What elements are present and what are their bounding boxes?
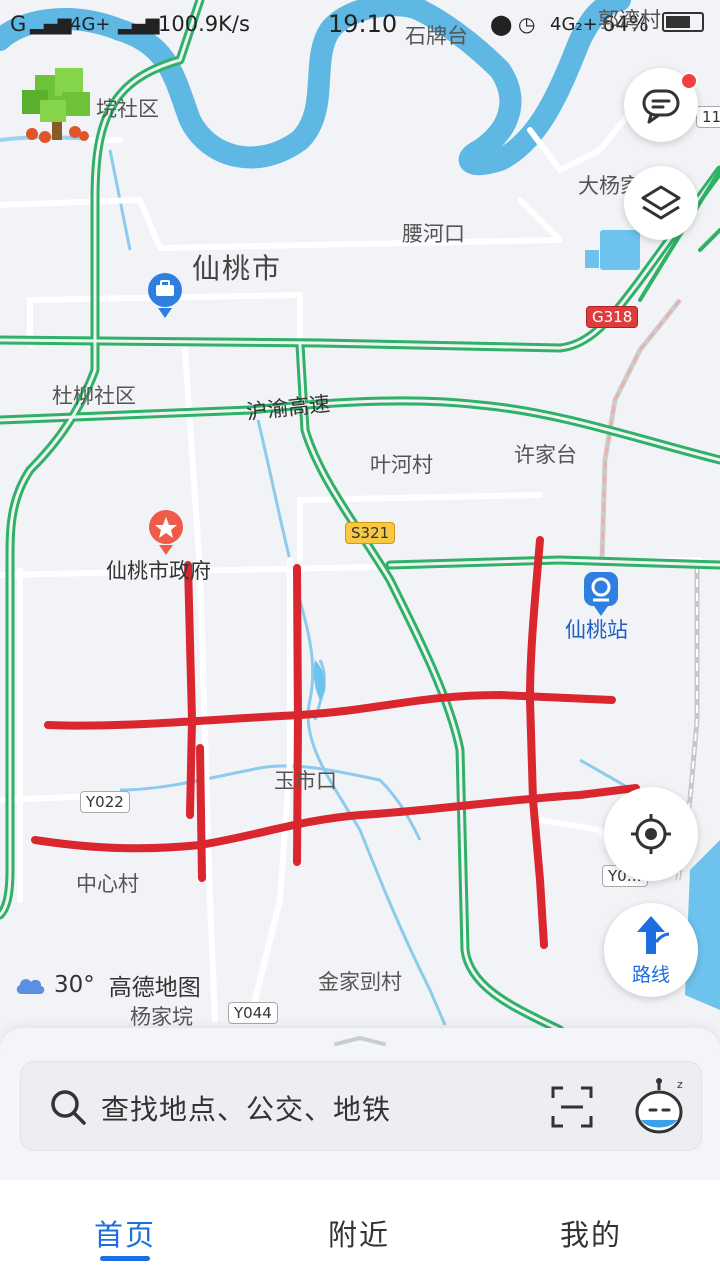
road-tag[interactable]: Y044 <box>228 1002 278 1024</box>
place-label[interactable]: 垸社区 <box>96 93 159 123</box>
city-label[interactable]: 仙桃市 <box>192 247 282 287</box>
layers-icon <box>641 185 681 220</box>
road-tag[interactable]: Y022 <box>80 791 130 813</box>
tab-active-indicator <box>100 1256 150 1261</box>
cloud-icon <box>16 979 45 994</box>
alarm-icon: ◷ <box>518 12 536 36</box>
scan-icon[interactable] <box>551 1086 593 1128</box>
route-button[interactable]: 路线 <box>604 903 698 997</box>
place-label[interactable]: 中心村 <box>76 868 139 898</box>
network2-label: 4G₂+ <box>550 14 598 35</box>
tab-bar: 首页 附近 我的 <box>0 1180 720 1280</box>
place-label[interactable]: 石牌台 <box>405 20 468 50</box>
brand-label: 高德地图 <box>108 975 201 1001</box>
place-label[interactable]: 郭湾村 <box>598 4 661 34</box>
clock: 19:10 <box>328 10 398 38</box>
station-label[interactable]: 仙桃站 <box>565 614 628 644</box>
location-icon: ⬤ <box>490 12 513 36</box>
network-speed: 100.9K/s <box>158 12 250 36</box>
signal-bars-icon: ▂▄▆ <box>30 14 72 35</box>
place-label[interactable]: 腰河口 <box>402 218 465 248</box>
notification-dot <box>680 72 698 90</box>
place-label[interactable]: 金家剅村 <box>318 966 402 996</box>
route-label: 路线 <box>631 963 670 986</box>
place-label[interactable]: 叶河村 <box>370 449 433 479</box>
place-label[interactable]: 杜柳社区 <box>52 380 136 410</box>
weather-widget[interactable]: 30° 高德地图 <box>14 968 201 1002</box>
tab-home[interactable]: 首页 <box>94 1212 156 1254</box>
place-label[interactable]: 玉市口 <box>274 765 337 795</box>
signal-bars-icon-2: ▂▄▆ <box>118 14 160 35</box>
tab-nearby[interactable]: 附近 <box>328 1212 390 1254</box>
search-icon <box>51 1090 86 1125</box>
signal-label: G <box>10 12 27 36</box>
search-bar[interactable]: 查找地点、公交、地铁 z <box>20 1061 702 1151</box>
svg-text:z: z <box>677 1078 683 1091</box>
message-icon <box>642 89 680 124</box>
layers-button[interactable] <box>624 166 698 240</box>
locate-icon <box>631 814 671 854</box>
poi-label[interactable]: 仙桃市政府 <box>106 555 211 585</box>
road-tag[interactable]: G318 <box>586 306 639 328</box>
locate-button[interactable] <box>604 787 698 881</box>
place-label[interactable]: 许家台 <box>514 439 577 469</box>
search-input[interactable]: 查找地点、公交、地铁 <box>101 1088 391 1128</box>
network-label: 4G+ <box>70 14 111 35</box>
battery-icon <box>662 12 704 32</box>
temperature: 30° <box>54 972 95 998</box>
road-tag[interactable]: 11 <box>696 106 720 128</box>
voice-assistant-icon[interactable]: z <box>633 1076 689 1136</box>
place-label[interactable]: 杨家垸 <box>130 1001 193 1031</box>
route-arrow-icon <box>637 915 670 954</box>
tab-mine[interactable]: 我的 <box>560 1212 622 1254</box>
road-tag[interactable]: S321 <box>345 522 396 544</box>
sheet-handle-icon[interactable] <box>334 1036 386 1046</box>
